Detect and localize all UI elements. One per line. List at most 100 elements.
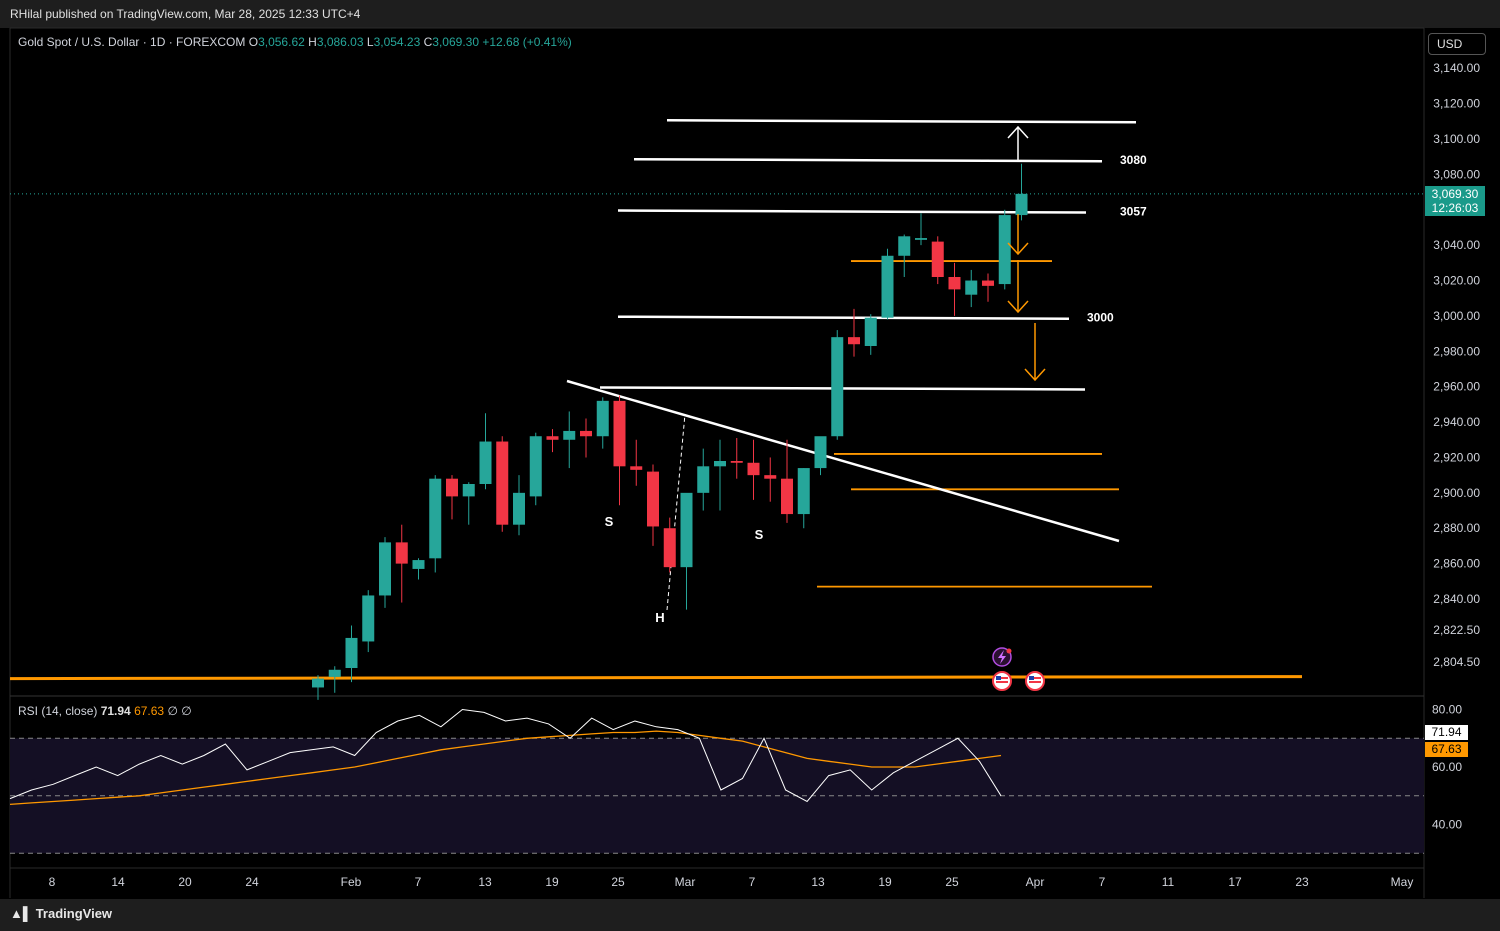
price-chart[interactable]: 3080 3057 3000 3,140.00 3,120.00 3,100.00 3,0…: [0, 0, 1500, 931]
price-tick-label: 2,900.00: [1433, 486, 1480, 500]
symbol-name: Gold Spot / U.S. Dollar · 1D · FOREXCOM: [18, 35, 246, 49]
time-tick-label: 13: [811, 875, 825, 889]
time-tick-label: 13: [478, 875, 492, 889]
rsi-ma-value-tag: 67.63: [1425, 742, 1468, 757]
candle-down: [663, 528, 676, 568]
candle-down: [747, 462, 760, 476]
candle-down: [613, 400, 626, 467]
candle-down: [781, 478, 793, 515]
candle-up: [915, 238, 927, 240]
candle-down: [580, 430, 592, 437]
candle-down: [395, 542, 408, 564]
white-level-line: [666, 119, 1137, 124]
currency-button[interactable]: USD: [1428, 33, 1486, 55]
candle-up: [714, 461, 726, 467]
symbol-legend: Gold Spot / U.S. Dollar · 1D · FOREXCOM …: [18, 35, 572, 49]
white-level-line: [617, 315, 1070, 320]
candle-up: [412, 560, 425, 569]
candle-up: [429, 478, 442, 559]
price-tick-label: 2,804.50: [1433, 655, 1480, 669]
change-value: +12.68 (+0.41%): [482, 35, 572, 49]
time-tick-label: 8: [49, 875, 56, 889]
candle-up: [345, 637, 358, 668]
last-price-tag: 3,069.30 12:26:03: [1425, 186, 1485, 216]
level-label: 3000: [1087, 311, 1114, 325]
candle-up: [1015, 193, 1028, 216]
logo-icon: ▲▌: [10, 906, 36, 921]
time-tick-label: 11: [1162, 875, 1175, 889]
candle-up: [680, 492, 693, 568]
time-tick-label: 20: [178, 875, 192, 889]
price-tick-label: 2,880.00: [1433, 521, 1480, 535]
level-label: 3057: [1120, 205, 1147, 219]
time-tick-label: 25: [611, 875, 625, 889]
rsi-legend: RSI (14, close) 71.94 67.63 ∅ ∅: [18, 704, 192, 718]
time-tick-label: 23: [1295, 875, 1309, 889]
time-tick-label: 24: [245, 875, 259, 889]
brand-name: TradingView: [35, 906, 113, 921]
bottom-bar: [0, 899, 1500, 931]
candle-up: [362, 595, 375, 642]
price-tick-label: 2,940.00: [1433, 415, 1480, 429]
time-tick-label: 17: [1228, 875, 1242, 889]
pattern-label: S: [755, 527, 764, 542]
time-tick-label: 19: [878, 875, 892, 889]
open-label: O: [248, 35, 259, 49]
price-tick-label: 3,000.00: [1433, 309, 1480, 323]
candle-up: [312, 678, 324, 688]
low-label: L: [366, 35, 374, 49]
time-tick-label: 14: [111, 875, 125, 889]
candle-up: [898, 236, 911, 256]
bar-countdown: 12:26:03: [1431, 201, 1479, 215]
time-tick-label: Apr: [1026, 875, 1045, 889]
price-tick-label: 3,040.00: [1433, 238, 1480, 252]
price-tick-label: 2,822.50: [1433, 623, 1480, 637]
rsi-value-tag: 71.94: [1425, 725, 1468, 740]
white-level-line: [633, 157, 1103, 163]
pattern-label: S: [605, 514, 614, 529]
flag-canton: [996, 676, 1001, 680]
candle-up: [814, 436, 827, 469]
candle-down: [546, 436, 559, 440]
candle-up: [328, 669, 341, 677]
price-tick-label: 2,840.00: [1433, 592, 1480, 606]
pattern-label: H: [655, 610, 664, 625]
last-price-value: 3,069.30: [1431, 187, 1479, 201]
time-tick-label: 7: [749, 875, 756, 889]
candle-up: [998, 215, 1011, 285]
candle-up: [596, 400, 609, 437]
candle-up: [797, 468, 810, 515]
candle-up: [513, 492, 525, 525]
price-tick-label: 3,020.00: [1433, 274, 1480, 288]
close-value: 3,069.30: [432, 35, 480, 49]
candle-down: [848, 337, 860, 345]
candle-up: [965, 280, 978, 295]
event-dot: [1006, 648, 1012, 654]
price-tick-label: 3,120.00: [1433, 97, 1480, 111]
candle-up: [831, 337, 844, 437]
candle-down: [496, 441, 509, 525]
price-tick-label: 3,140.00: [1433, 61, 1480, 75]
rsi-ma-value: 67.63: [134, 704, 165, 718]
candle-down: [730, 461, 743, 463]
close-label: C: [423, 35, 433, 49]
time-tick-label: 7: [415, 875, 422, 889]
price-tick-label: 2,980.00: [1433, 344, 1480, 358]
tradingview-logo[interactable]: ▲▌ TradingView: [10, 906, 112, 921]
candle-up: [864, 317, 877, 346]
rsi-tick-label: 80.00: [1432, 703, 1462, 717]
time-tick-label: Feb: [341, 875, 362, 889]
open-value: 3,056.62: [258, 35, 305, 49]
candle-up: [881, 255, 894, 318]
rsi-tick-label: 40.00: [1432, 818, 1462, 832]
flag-canton: [1029, 676, 1034, 680]
time-tick-label: Mar: [675, 875, 696, 889]
time-tick-label: 7: [1099, 875, 1106, 889]
candle-down: [931, 241, 944, 277]
candle-down: [630, 466, 643, 470]
rsi-extra: ∅ ∅: [167, 704, 192, 718]
candle-down: [446, 478, 458, 497]
rsi-value: 71.94: [100, 704, 131, 718]
candle-down: [647, 471, 659, 527]
level-label: 3080: [1120, 153, 1147, 167]
